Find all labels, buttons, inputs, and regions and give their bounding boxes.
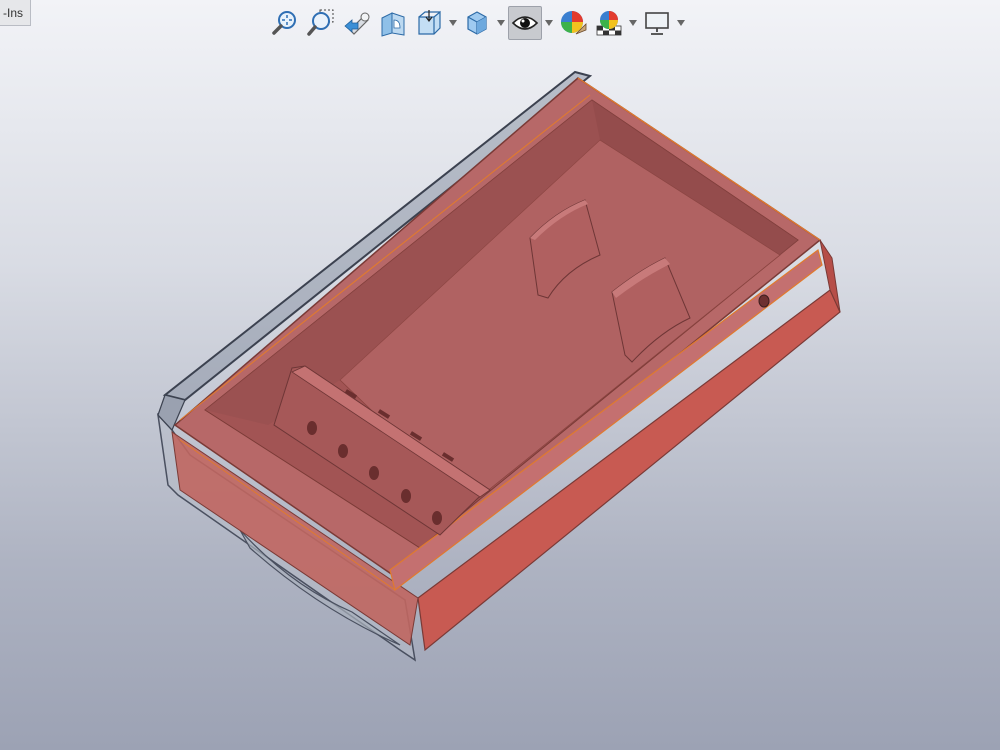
- chevron-down-icon: [545, 20, 553, 26]
- section-view-button[interactable]: [376, 6, 410, 40]
- zoom-to-fit-button[interactable]: [268, 6, 302, 40]
- section-view-icon: [381, 12, 405, 37]
- view-orientation-button[interactable]: [412, 6, 446, 40]
- model-viewport[interactable]: [0, 0, 1000, 750]
- chevron-down-icon: [497, 20, 505, 26]
- chevron-down-icon: [629, 20, 637, 26]
- previous-view-button[interactable]: [340, 6, 374, 40]
- monitor-icon: [645, 12, 669, 35]
- zoom-to-fit-icon: [272, 11, 296, 35]
- chevron-down-icon: [449, 20, 457, 26]
- scene-sphere-icon: [596, 11, 622, 36]
- appearance-sphere-icon: [561, 11, 587, 35]
- apply-scene-dropdown[interactable]: [628, 6, 638, 40]
- chevron-down-icon: [677, 20, 685, 26]
- display-style-dropdown[interactable]: [496, 6, 506, 40]
- view-orientation-dropdown[interactable]: [448, 6, 458, 40]
- hide-show-items-dropdown[interactable]: [544, 6, 554, 40]
- display-style-icon: [467, 11, 487, 35]
- previous-view-icon: [344, 12, 370, 35]
- view-settings-dropdown[interactable]: [676, 6, 686, 40]
- tab-label: -Ins: [3, 6, 24, 20]
- edit-appearance-button[interactable]: [556, 6, 590, 40]
- zoom-to-area-button[interactable]: [304, 6, 338, 40]
- graphics-area[interactable]: [0, 0, 1000, 750]
- heads-up-view-toolbar: [268, 4, 686, 42]
- display-style-button[interactable]: [460, 6, 494, 40]
- view-settings-button[interactable]: [640, 6, 674, 40]
- hide-show-items-button[interactable]: [508, 6, 542, 40]
- apply-scene-button[interactable]: [592, 6, 626, 40]
- addins-tab-fragment[interactable]: -Ins: [0, 0, 31, 26]
- zoom-to-area-icon: [307, 9, 334, 36]
- eye-icon: [511, 16, 539, 30]
- view-orientation-icon: [418, 10, 441, 35]
